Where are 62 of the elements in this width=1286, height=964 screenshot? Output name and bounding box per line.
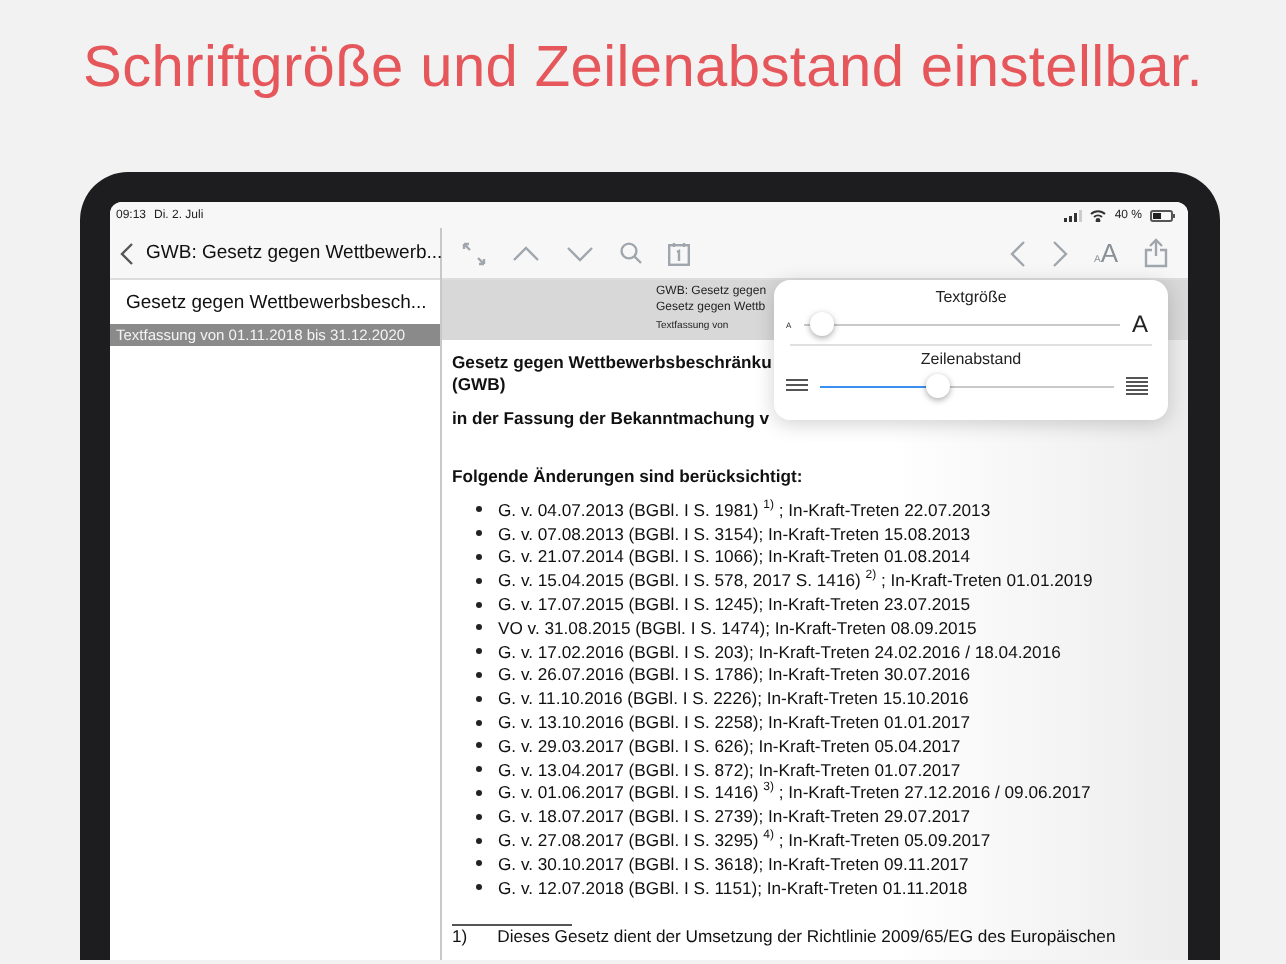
- document-title: Gesetz gegen Wettbewerbsbeschränku: [452, 352, 772, 374]
- change-entry: G. v. 17.02.2016 (BGBl. I S. 203); In-Kraft-Treten 24.02.2016 / 18.04.2016: [498, 641, 1061, 662]
- search-icon[interactable]: [620, 242, 642, 264]
- narrow-spacing-icon: [786, 378, 808, 394]
- bullet-icon: [476, 695, 482, 702]
- chevron-left-icon[interactable]: [1009, 239, 1026, 267]
- change-entry: G. v. 07.08.2013 (BGBl. I S. 3154); In-Kraft-Treten 15.08.2013: [498, 523, 970, 544]
- change-entry: G. v. 12.07.2018 (BGBl. I S. 1151); In-Kraft-Treten 01.11.2018: [498, 877, 968, 898]
- back-chevron-icon[interactable]: [120, 241, 134, 265]
- bullet-icon: [476, 577, 482, 584]
- share-icon[interactable]: [1144, 238, 1168, 268]
- sidebar-title: GWB: Gesetz gegen Wettbewerb...: [146, 242, 443, 264]
- wifi-icon: [1090, 209, 1107, 221]
- bullet-icon: [476, 506, 482, 513]
- changes-heading: Folgende Änderungen sind berücksichtigt:: [452, 466, 805, 486]
- battery-icon: [1150, 209, 1176, 221]
- chevron-up-icon[interactable]: [512, 245, 540, 261]
- change-entry: G. v. 04.07.2013 (BGBl. I S. 1981) $^{1)}$ ; In-Kraft-Treten 22.07.2013: [498, 499, 991, 520]
- change-entry: G. v. 26.07.2016 (BGBl. I S. 1786); In-Kraft-Treten 30.07.2016: [498, 664, 970, 685]
- expand-icon[interactable]: [462, 241, 486, 265]
- change-entry: G. v. 13.04.2017 (BGBl. I S. 872); In-Kraft-Treten 01.07.2017: [498, 759, 961, 780]
- sidebar-item[interactable]: Gesetz gegen Wettbewerbsbesch...: [110, 280, 440, 324]
- bullet-icon: [476, 553, 482, 560]
- bullet-icon: [476, 719, 482, 726]
- change-entry: G. v. 11.10.2016 (BGBl. I S. 2226); In-Kraft-Treten 15.10.2016: [498, 688, 969, 709]
- signal-icon: [1064, 209, 1083, 221]
- chevron-down-icon[interactable]: [566, 245, 594, 261]
- change-entry: G. v. 21.07.2014 (BGBl. I S. 1066); In-Kraft-Treten 01.08.2014: [498, 546, 970, 567]
- bullet-icon: [476, 671, 482, 678]
- bullet-icon: [476, 837, 482, 844]
- footnote-text: Dieses Gesetz dient der Umsetzung der Richtlinie 2009/65/EG des Europäischen: [497, 925, 1116, 946]
- large-text-label: A: [1131, 310, 1148, 338]
- wide-spacing-icon: [1126, 375, 1148, 397]
- bullet-icon: [476, 530, 482, 537]
- bullet-icon: [476, 884, 482, 891]
- change-entry: G. v. 18.07.2017 (BGBl. I S. 2739); In-Kraft-Treten 29.07.2017: [498, 806, 970, 827]
- calendar-icon[interactable]: [668, 241, 690, 265]
- change-entry: VO v. 31.08.2015 (BGBl. I S. 1474); In-Kraft-Treten 08.09.2015: [498, 617, 977, 638]
- change-entry: G. v. 13.10.2016 (BGBl. I S. 2258); In-Kraft-Treten 01.01.2017: [498, 712, 970, 733]
- text-size-label: Textgröße: [933, 288, 1009, 306]
- bullet-icon: [476, 648, 482, 655]
- change-entry: G. v. 27.08.2017 (BGBl. I S. 3295) $^{4)}$ ; In-Kraft-Treten 05.09.2017: [498, 830, 991, 851]
- bullet-icon: [476, 624, 482, 631]
- document-abbreviation: (GWB): [452, 374, 506, 396]
- slider-thumb[interactable]: [810, 312, 835, 336]
- document-version: in der Fassung der Bekanntmachung v: [452, 408, 770, 428]
- bullet-icon: [476, 601, 482, 608]
- headline: Schriftgröße und Zeilenabstand einstellbar.: [83, 36, 1203, 102]
- bullet-icon: [476, 766, 482, 773]
- bullet-icon: [476, 813, 482, 820]
- bullet-icon: [476, 742, 482, 749]
- change-entry: G. v. 01.06.2017 (BGBl. I S. 1416) $^{3)}$ ; In-Kraft-Treten 27.12.2016 / 09.06.2017: [498, 782, 1091, 803]
- bullet-icon: [476, 860, 482, 867]
- change-entry: G. v. 15.04.2015 (BGBl. I S. 578, 2017 S. 1416) $^{2)}$ ; In-Kraft-Treten 01.01.2019: [498, 570, 1093, 591]
- bullet-icon: [476, 789, 482, 796]
- change-entry: G. v. 29.03.2017 (BGBl. I S. 626); In-Kraft-Treten 05.04.2017: [498, 735, 961, 756]
- slider-thumb[interactable]: [925, 374, 950, 398]
- change-entry: G. v. 17.07.2015 (BGBl. I S. 1245); In-Kraft-Treten 23.07.2015: [498, 594, 970, 615]
- footnote-mark: 1): [452, 925, 468, 946]
- change-entry: G. v. 30.10.2017 (BGBl. I S. 3618); In-Kraft-Treten 09.11.2017: [498, 853, 969, 874]
- line-spacing-label: Zeilenabstand: [918, 350, 1024, 368]
- chevron-right-icon[interactable]: [1051, 239, 1068, 267]
